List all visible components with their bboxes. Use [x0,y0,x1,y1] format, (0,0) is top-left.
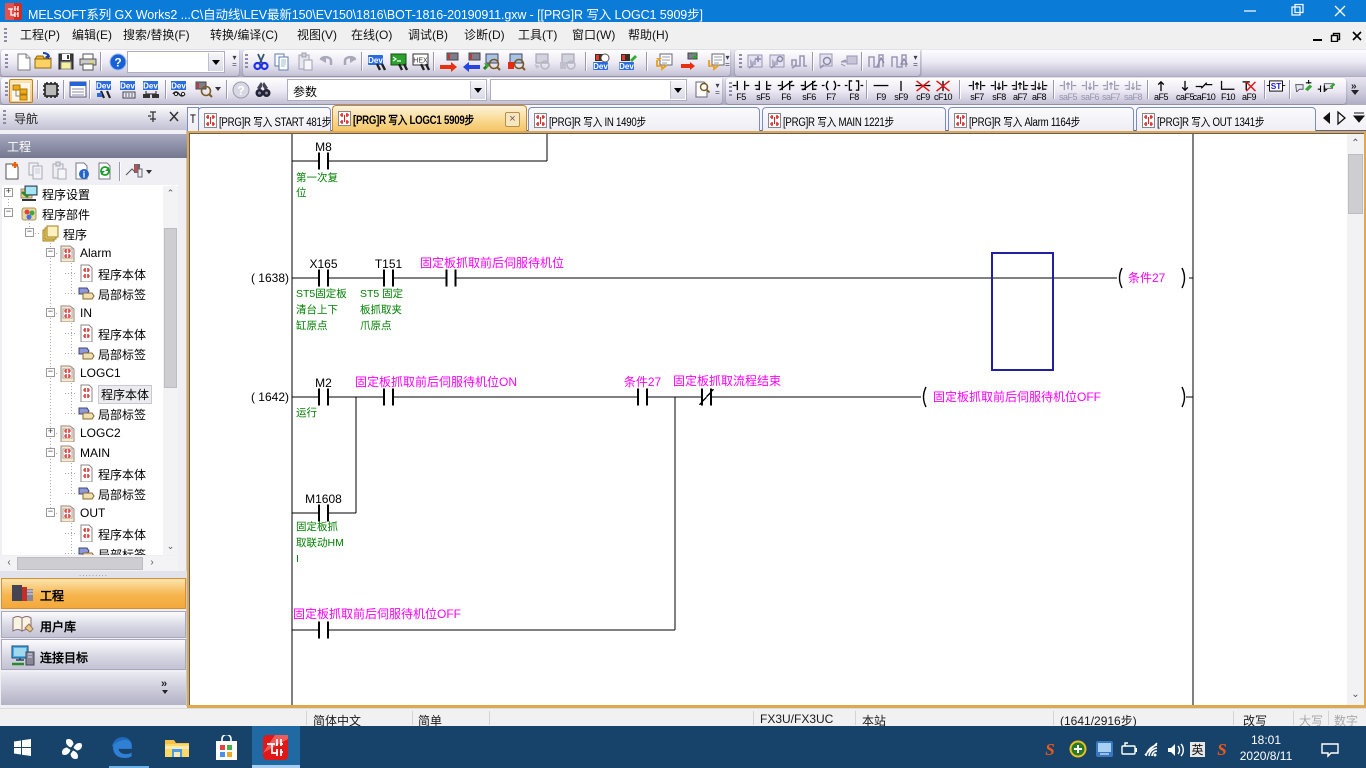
svg-text:( 1638): ( 1638) [251,271,289,285]
svg-text:爪原点: 爪原点 [360,320,392,332]
svg-text:?: ? [114,56,121,70]
svg-text:板抓取夹: 板抓取夹 [360,303,402,316]
svg-text:英: 英 [1191,743,1203,757]
svg-text:M1608: M1608 [305,492,342,506]
svg-text:Dev: Dev [593,62,608,71]
svg-text:条件27: 条件27 [1128,271,1166,285]
svg-text:HEX: HEX [413,58,428,65]
svg-text:Dev: Dev [368,56,383,65]
svg-text:( 1642): ( 1642) [251,390,289,404]
svg-text:固定板抓取前后伺服待机位OFF: 固定板抓取前后伺服待机位OFF [293,606,461,621]
svg-text:Dev: Dev [96,82,111,91]
svg-text:清台上下: 清台上下 [296,303,338,316]
svg-text:?: ? [237,84,244,98]
svg-text:I: I [296,553,299,565]
svg-text:第一次复: 第一次复 [296,171,338,184]
svg-text:S: S [1045,740,1054,759]
svg-text:固定板抓取流程结束: 固定板抓取流程结束 [673,373,781,388]
svg-text:固定板抓: 固定板抓 [296,520,338,533]
svg-text:T151: T151 [375,257,403,271]
svg-text:缸原点: 缸原点 [296,319,328,332]
svg-text:条件27: 条件27 [624,375,662,389]
svg-text:M2: M2 [315,376,332,390]
svg-text:取联动HM: 取联动HM [296,537,344,549]
svg-text:Dev: Dev [619,62,634,71]
svg-text:M8: M8 [315,140,332,154]
svg-text:Dev: Dev [171,82,186,91]
svg-text:X165: X165 [309,257,337,271]
svg-text:ST: ST [1271,81,1282,91]
svg-text:固定板抓取前后伺服待机位ON: 固定板抓取前后伺服待机位ON [355,374,517,389]
svg-text:运行: 运行 [296,406,317,419]
svg-text:S: S [1217,740,1226,759]
svg-text:位: 位 [296,186,307,199]
svg-text:ST5 固定: ST5 固定 [360,287,404,300]
svg-text:ST5固定板: ST5固定板 [296,287,347,300]
svg-text:Dev: Dev [143,82,158,91]
svg-text:固定板抓取前后伺服待机位: 固定板抓取前后伺服待机位 [420,255,564,270]
svg-text:Dev: Dev [120,82,135,91]
svg-text:固定板抓取前后伺服待机位OFF: 固定板抓取前后伺服待机位OFF [933,389,1101,404]
